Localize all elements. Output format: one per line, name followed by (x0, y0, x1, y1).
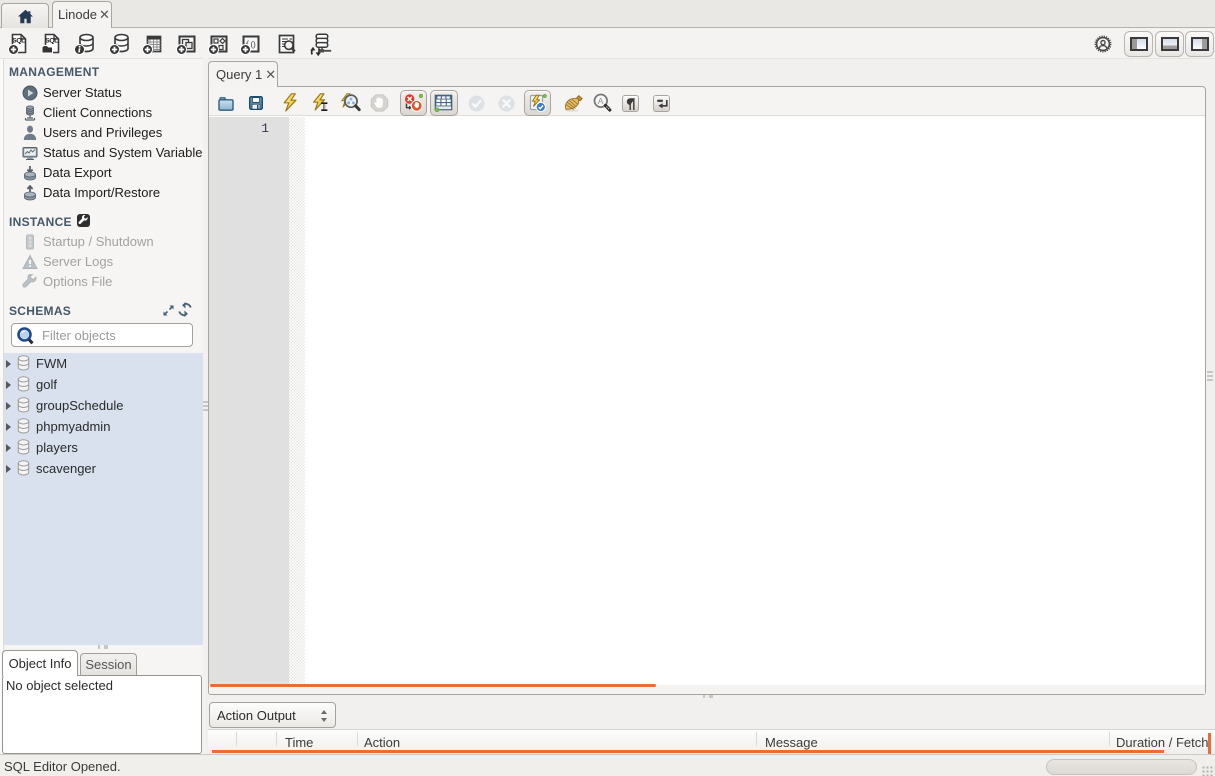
svg-text:SQL: SQL (12, 38, 25, 45)
svg-text:A: A (598, 96, 604, 106)
svg-text:(): () (251, 40, 257, 49)
svg-text:SQL: SQL (45, 38, 58, 45)
